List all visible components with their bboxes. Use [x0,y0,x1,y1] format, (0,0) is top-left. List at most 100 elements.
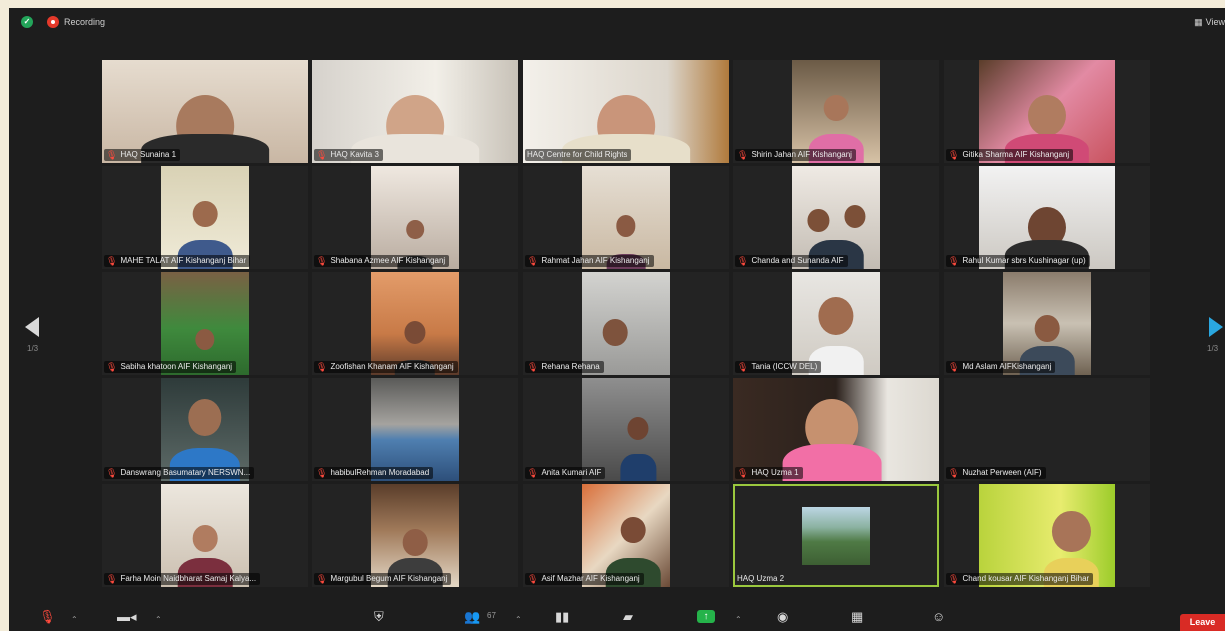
security-shield-icon[interactable]: ⛨ [374,609,384,625]
leave-button[interactable]: Leave [1180,614,1225,631]
participant-video [792,272,880,375]
participant-tile[interactable]: 🎙 Zoofishan Khanam AIF Kishanganj [312,272,518,375]
participant-name-tag: 🎙 Rehana Rehana [525,361,604,373]
mic-muted-icon: 🎙 [106,150,118,160]
video-options-chevron-icon[interactable]: ⌃ [155,612,162,628]
participant-tile[interactable]: 🎙 MAHE TALAT AIF Kishanganj Bihar [102,166,308,269]
participant-name-tag: 🎙 Anita Kumari AIF [525,467,606,479]
participant-tile[interactable]: 🎙 Farha Moin Naidbharat Samaj Kalya... [102,484,308,587]
mic-muted-icon: 🎙 [527,574,539,584]
participant-video [1003,272,1091,375]
encryption-shield-icon[interactable]: ✓ [21,16,33,28]
participant-tile[interactable]: 🎙 Danswrang Basumatary NERSWN... [102,378,308,481]
reactions-icon[interactable]: ☺ [932,609,945,625]
recording-icon[interactable] [47,16,59,28]
participant-name-tag: 🎙 Chand kousar AIF Kishanganj Bihar [946,573,1094,585]
participant-video [161,484,249,587]
mic-muted-icon: 🎙 [737,256,749,266]
participant-name-tag: 🎙 Tania (ICCW DEL) [735,361,822,373]
participant-video [371,378,459,481]
recording-label: Recording [64,17,106,27]
participant-name-tag: 🎙 Danswrang Basumatary NERSWN... [104,467,255,479]
participant-name-tag: 🎙 Chanda and Sunanda AIF [735,255,848,267]
participant-tile[interactable]: 🎙 Shabana Azmee AIF Kishanganj [312,166,518,269]
participant-tile[interactable]: 🎙 Rahmat Jahan AIF Kishanganj [523,166,729,269]
participant-name-tag: 🎙 Rahmat Jahan AIF Kishanganj [525,255,654,267]
mic-muted-icon: 🎙 [106,468,118,478]
participants-icon[interactable]: 👥 [464,609,480,625]
participant-video [161,272,249,375]
participant-tile[interactable]: 🎙 Sabiha khatoon AIF Kishanganj [102,272,308,375]
participant-tile[interactable]: 🎙 Chanda and Sunanda AIF [733,166,939,269]
participant-name-tag: 🎙 Sabiha khatoon AIF Kishanganj [104,361,237,373]
view-button[interactable]: ▦ View [1194,17,1225,28]
participant-video [582,378,670,481]
participant-name-tag: 🎙 MAHE TALAT AIF Kishanganj Bihar [104,255,251,267]
participant-tile[interactable]: 🎙 HAQ Kavita 3 [312,60,518,163]
participant-tile[interactable]: 🎙 Chand kousar AIF Kishanganj Bihar [944,484,1150,587]
previous-page-arrow-icon[interactable] [25,317,39,337]
participant-tile[interactable]: 🎙 Gitika Sharma AIF Kishanganj [944,60,1150,163]
participant-tile[interactable]: 🎙 Rahul Kumar sbrs Kushinagar (up) [944,166,1150,269]
mic-muted-icon: 🎙 [948,362,960,372]
share-options-chevron-icon[interactable]: ⌃ [735,612,742,628]
mic-muted-icon: 🎙 [106,256,118,266]
mic-muted-icon: 🎙 [316,256,328,266]
participant-tile[interactable]: 🎙 Tania (ICCW DEL) [733,272,939,375]
mic-muted-icon: 🎙 [106,362,118,372]
participant-tile[interactable]: 🎙 Rehana Rehana [523,272,729,375]
participant-tile[interactable]: 🎙 Nuzhat Perween (AIF) [944,378,1150,481]
participant-tile[interactable]: 🎙 habibulRehman Moradabad [312,378,518,481]
profile-picture [802,506,870,565]
breakout-rooms-icon[interactable]: ▦ [851,609,863,625]
participant-name-tag: 🎙 Farha Moin Naidbharat Samaj Kalya... [104,573,261,585]
top-bar: ✓ Recording ▦ View [9,8,1225,36]
mic-muted-icon: 🎙 [737,362,749,372]
participant-name-tag: HAQ Centre for Child Rights [525,149,632,161]
mic-muted-icon: 🎙 [316,574,328,584]
participant-video [523,60,729,163]
participant-video [102,60,308,163]
participants-options-chevron-icon[interactable]: ⌃ [515,612,522,628]
page-indicator-right: 1/3 [1207,344,1219,353]
polls-icon[interactable]: ▮▮ [555,609,569,625]
mic-muted-icon: 🎙 [948,256,960,266]
participant-video [371,484,459,587]
participant-name-tag: 🎙 HAQ Sunaina 1 [104,149,181,161]
participant-tile[interactable]: HAQ Centre for Child Rights [523,60,729,163]
participant-video [312,60,518,163]
mic-muted-icon: 🎙 [527,256,539,266]
mic-muted-icon: 🎙 [948,468,960,478]
participant-tile[interactable]: 🎙 Shirin Jahan AIF Kishanganj [733,60,939,163]
share-screen-icon[interactable]: ↑ [697,610,715,623]
mic-muted-icon: 🎙 [527,468,539,478]
mic-muted-icon: 🎙 [737,150,749,160]
participant-name-tag: 🎙 Zoofishan Khanam AIF Kishanganj [314,361,458,373]
mic-muted-icon: 🎙 [316,150,328,160]
participant-name-tag: 🎙 Gitika Sharma AIF Kishanganj [946,149,1074,161]
mic-muted-icon: 🎙 [316,362,328,372]
participant-tile-active-speaker[interactable]: HAQ Uzma 2 [733,484,939,587]
participant-tile[interactable]: 🎙 HAQ Uzma 1 [733,378,939,481]
participant-tile[interactable]: 🎙 Anita Kumari AIF [523,378,729,481]
mic-muted-icon: 🎙 [948,574,960,584]
next-page-arrow-icon[interactable] [1209,317,1223,337]
participant-name-tag: 🎙 Asif Mazhar AIF Kishanganj [525,573,644,585]
participant-name-tag: 🎙 Md Aslam AIFKishanganj [946,361,1056,373]
record-icon[interactable]: ◉ [777,609,788,625]
meeting-toolbar: 🎙 ⌃ ▬◂ ⌃ ⛨ 👥 67 ⌃ ▮▮ ▰ ↑ ⌃ ◉ ▦ ☺ Leave [9,606,1225,631]
video-camera-icon[interactable]: ▬◂ [117,609,137,625]
audio-options-chevron-icon[interactable]: ⌃ [71,612,78,628]
participant-video [582,484,670,587]
participant-tile[interactable]: 🎙 Margubul Begum AIF Kishanganj [312,484,518,587]
chat-icon[interactable]: ▰ [623,609,633,625]
mute-microphone-icon[interactable]: 🎙 [39,609,56,625]
participant-video [979,484,1115,587]
zoom-window: ✓ Recording ▦ View 🎙 HAQ Sunaina 1 🎙 HAQ Ka… [9,8,1225,631]
participant-tile[interactable]: 🎙 HAQ Sunaina 1 [102,60,308,163]
participant-video [792,166,880,269]
participant-tile[interactable]: 🎙 Asif Mazhar AIF Kishanganj [523,484,729,587]
participant-name-tag: 🎙 HAQ Kavita 3 [314,149,383,161]
participant-video [979,60,1115,163]
participant-tile[interactable]: 🎙 Md Aslam AIFKishanganj [944,272,1150,375]
